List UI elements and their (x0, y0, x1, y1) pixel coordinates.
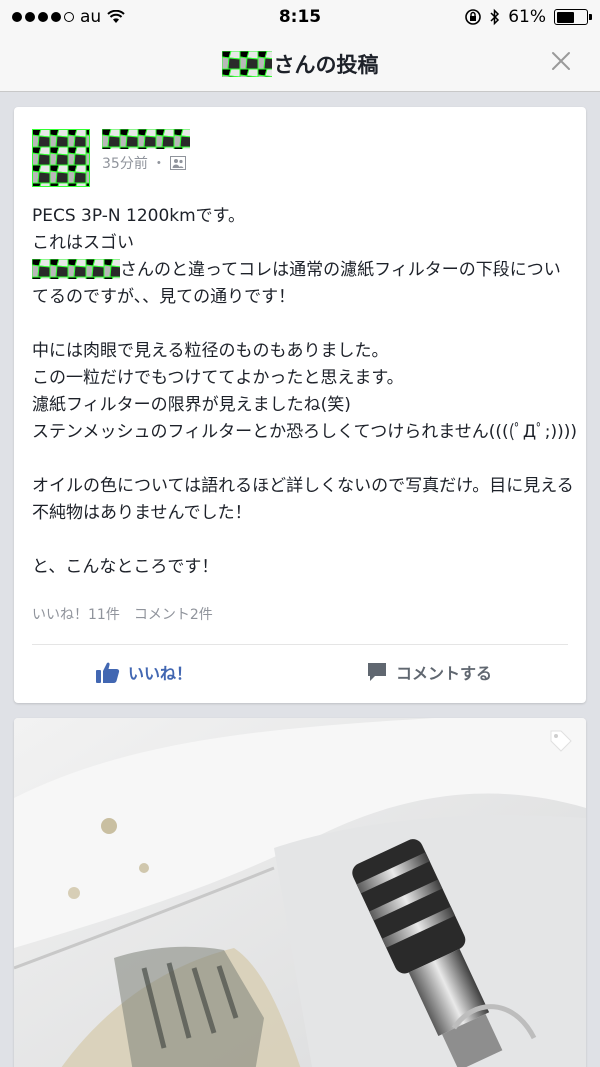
comment-bubble-icon (368, 663, 386, 681)
like-button[interactable]: いいね！ (96, 656, 192, 688)
page-title: さんの投稿 (0, 49, 600, 79)
post-text: PECS 3P-N 1200kmです。 これはスゴい さんのと違ってコレは通常の… (32, 203, 577, 581)
like-count[interactable]: いいね！11件 (32, 604, 120, 624)
post-meta: 35分前 ・ (102, 153, 186, 173)
battery-icon (554, 9, 592, 25)
avatar[interactable] (32, 129, 90, 187)
comment-count[interactable]: コメント2件 (134, 604, 213, 624)
battery-level (556, 11, 575, 23)
reaction-stats: いいね！11件 コメント2件 (32, 604, 213, 624)
post-line: これはスゴい (32, 233, 134, 253)
post-card: 35分前 ・ PECS 3P-N 1200kmです。 これはスゴい さんのと違っ… (14, 107, 586, 703)
battery-percentage: 61% (508, 7, 546, 27)
divider (32, 644, 568, 645)
comment-button-label: コメントする (396, 664, 493, 683)
tag-icon[interactable] (548, 728, 574, 754)
post-paragraph: と、こんなところです！ (32, 557, 219, 577)
comment-button[interactable]: コメントする (366, 656, 492, 688)
mentioned-user-redacted[interactable] (32, 259, 120, 279)
post-line: PECS 3P-N 1200kmです。 (32, 206, 245, 226)
post-timestamp: 35分前 (102, 156, 148, 172)
post-paragraph: オイルの色については語れるほど詳しくないので写真だけ。目に見える不純物はありませ… (32, 476, 574, 523)
close-icon[interactable] (548, 48, 574, 74)
post-paragraph: PECS 3P-N 1200kmです。 これはスゴい さんのと違ってコレは通常の… (32, 203, 577, 311)
rotation-lock-icon (465, 9, 482, 25)
nav-bar: さんの投稿 (0, 36, 600, 92)
bluetooth-icon (490, 8, 500, 26)
status-bar: au 8:15 61% (0, 0, 600, 36)
friends-audience-icon (169, 156, 186, 170)
page-title-text: さんの投稿 (273, 53, 379, 77)
thumbs-up-icon (96, 662, 120, 683)
photo-oil-filter-on-tissue[interactable] (14, 718, 586, 1067)
meta-separator: ・ (151, 156, 166, 172)
author-name-redacted[interactable] (102, 129, 190, 149)
like-button-label: いいね！ (128, 664, 193, 683)
post-photo[interactable] (14, 718, 586, 1067)
redacted-name-mosaic (221, 51, 272, 77)
post-paragraph: 中には肉眼で見える粒径のものもありました。 この一粒だけでもつけててよかったと思… (32, 341, 577, 442)
